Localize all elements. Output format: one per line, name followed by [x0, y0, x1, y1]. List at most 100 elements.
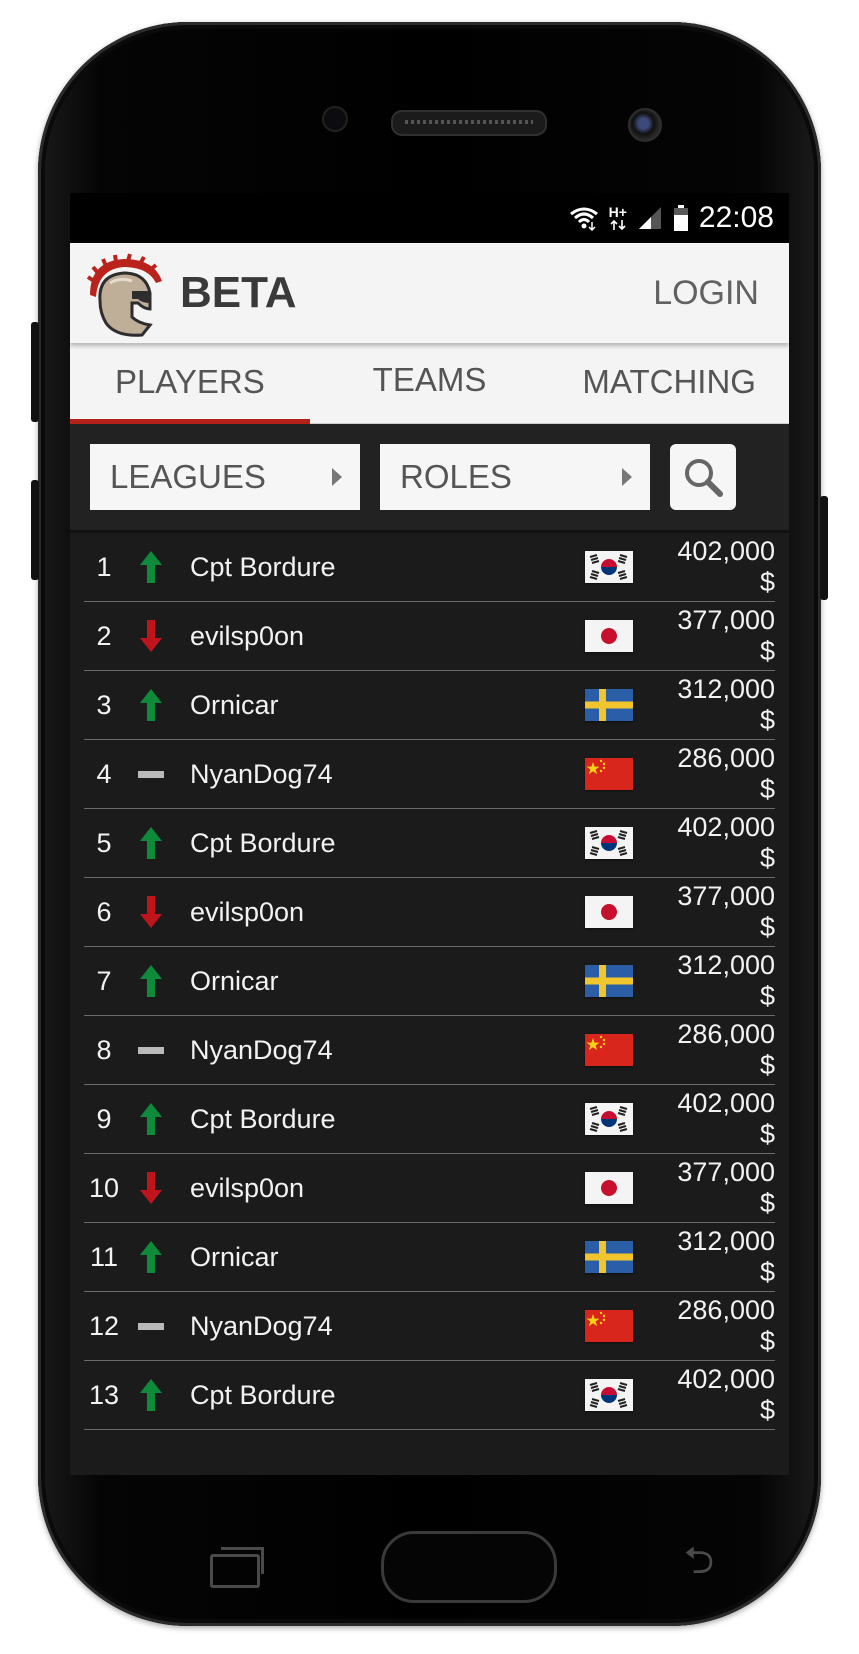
volume-down-button[interactable]: [31, 480, 39, 580]
chevron-right-icon: [332, 468, 342, 486]
roles-dropdown[interactable]: ROLES: [380, 444, 650, 510]
south-korea-flag-icon: [585, 551, 633, 583]
player-name: evilsp0on: [190, 896, 305, 927]
app-bar: BETA LOGIN: [70, 243, 789, 343]
tab-matching[interactable]: MATCHING: [549, 343, 789, 423]
trend-indicator: [126, 1375, 176, 1415]
trend-indicator: [126, 616, 176, 656]
country-flag: [585, 551, 633, 583]
player-value: 402,000 $: [677, 1088, 775, 1149]
country-flag: [585, 1172, 633, 1204]
player-value: 402,000 $: [677, 536, 775, 597]
network-label: H+: [608, 204, 627, 220]
china-flag-icon: [585, 1034, 633, 1066]
south-korea-flag-icon: [585, 827, 633, 859]
tab-teams[interactable]: TEAMS: [310, 343, 550, 423]
country-flag: [585, 620, 633, 652]
trend-indicator: [126, 1237, 176, 1277]
player-row[interactable]: 8 NyanDog74 286,000 $: [84, 1016, 775, 1085]
player-value: 377,000 $: [677, 605, 775, 666]
player-name: Cpt Bordure: [190, 1103, 336, 1134]
player-value: 402,000 $: [677, 1364, 775, 1425]
player-rank: 5: [96, 827, 112, 858]
country-flag: [585, 965, 633, 997]
player-rank: 10: [88, 1172, 120, 1203]
recent-apps-button[interactable]: [210, 1547, 264, 1588]
volume-up-button[interactable]: [31, 322, 39, 422]
player-row[interactable]: 5 Cpt Bordure 402,000 $: [84, 809, 775, 878]
status-bar: H+ 22:08: [70, 193, 789, 243]
player-rank: 9: [96, 1103, 112, 1134]
player-rank: 7: [96, 965, 112, 996]
country-flag: [585, 1241, 633, 1273]
trend-same-icon: [138, 771, 164, 778]
player-row[interactable]: 10 evilsp0on 377,000 $: [84, 1154, 775, 1223]
trend-indicator: [126, 823, 176, 863]
country-flag: [585, 689, 633, 721]
trend-down-icon: [140, 896, 162, 928]
trend-indicator: [126, 892, 176, 932]
player-name: Ornicar: [190, 689, 279, 720]
player-row[interactable]: 2 evilsp0on 377,000 $: [84, 602, 775, 671]
login-button[interactable]: LOGIN: [653, 243, 759, 343]
trend-indicator: [126, 1306, 176, 1346]
tab-bar: PLAYERS TEAMS MATCHING: [70, 343, 789, 424]
front-camera: [628, 108, 662, 142]
player-name: Ornicar: [190, 1241, 279, 1272]
player-name: Cpt Bordure: [190, 1379, 336, 1410]
player-rank: 12: [88, 1310, 120, 1341]
china-flag-icon: [585, 758, 633, 790]
search-button[interactable]: [670, 444, 736, 510]
player-row[interactable]: 9 Cpt Bordure 402,000 $: [84, 1085, 775, 1154]
japan-flag-icon: [585, 620, 633, 652]
player-value: 377,000 $: [677, 1157, 775, 1218]
player-rank: 4: [96, 758, 112, 789]
player-rank: 13: [88, 1379, 120, 1410]
player-name: Ornicar: [190, 965, 279, 996]
trend-indicator: [126, 961, 176, 1001]
proximity-sensor: [322, 106, 348, 132]
player-value: 402,000 $: [677, 812, 775, 873]
app-screen: H+ 22:08 BETA LOGIN PLAYERS TEAMS MATCHI…: [70, 193, 789, 1475]
trend-down-icon: [140, 1172, 162, 1204]
chevron-right-icon: [622, 468, 632, 486]
home-button[interactable]: [381, 1531, 557, 1603]
player-row[interactable]: 11 Ornicar 312,000 $: [84, 1223, 775, 1292]
trend-indicator: [126, 754, 176, 794]
country-flag: [585, 1103, 633, 1135]
leagues-label: LEAGUES: [110, 458, 266, 495]
trend-up-icon: [140, 1241, 162, 1273]
battery-icon: [673, 205, 688, 231]
player-value: 286,000 $: [677, 1019, 775, 1080]
player-name: NyanDog74: [190, 1034, 333, 1065]
country-flag: [585, 827, 633, 859]
trend-indicator: [126, 547, 176, 587]
player-row[interactable]: 6 evilsp0on 377,000 $: [84, 878, 775, 947]
player-row[interactable]: 1 Cpt Bordure 402,000 $: [84, 533, 775, 602]
south-korea-flag-icon: [585, 1379, 633, 1411]
player-rank: 6: [96, 896, 112, 927]
trend-same-icon: [138, 1047, 164, 1054]
player-name: Cpt Bordure: [190, 551, 336, 582]
trend-up-icon: [140, 1103, 162, 1135]
back-button[interactable]: ⮌: [672, 1540, 726, 1580]
player-row[interactable]: 12 NyanDog74 286,000 $: [84, 1292, 775, 1361]
player-name: evilsp0on: [190, 1172, 305, 1203]
power-button[interactable]: [820, 496, 828, 600]
status-time: 22:08: [698, 201, 774, 234]
trend-indicator: [126, 1030, 176, 1070]
player-row[interactable]: 4 NyanDog74 286,000 $: [84, 740, 775, 809]
leagues-dropdown[interactable]: LEAGUES: [90, 444, 360, 510]
tab-players[interactable]: PLAYERS: [70, 343, 310, 424]
player-row[interactable]: 3 Ornicar 312,000 $: [84, 671, 775, 740]
player-name: NyanDog74: [190, 1310, 333, 1341]
country-flag: [585, 1034, 633, 1066]
player-name: Cpt Bordure: [190, 827, 336, 858]
trend-up-icon: [140, 965, 162, 997]
spartan-helmet-logo: [86, 253, 162, 337]
player-value: 312,000 $: [677, 950, 775, 1011]
trend-up-icon: [140, 689, 162, 721]
player-row[interactable]: 13 Cpt Bordure 402,000 $: [84, 1361, 775, 1430]
trend-indicator: [126, 1168, 176, 1208]
player-row[interactable]: 7 Ornicar 312,000 $: [84, 947, 775, 1016]
